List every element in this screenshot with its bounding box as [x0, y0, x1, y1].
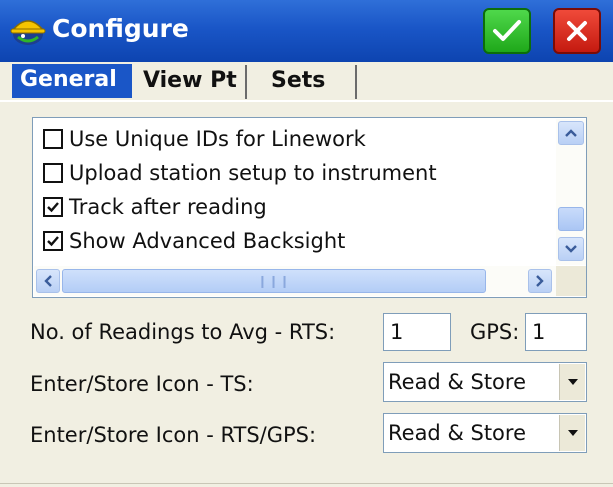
- scroll-up-button[interactable]: [558, 121, 584, 145]
- chevron-right-icon: [536, 275, 544, 287]
- enter-store-ts-label: Enter/Store Icon - TS:: [30, 372, 254, 396]
- checkbox-upload-station[interactable]: [43, 163, 63, 183]
- horizontal-scroll-thumb[interactable]: ❙❙❙: [62, 269, 486, 293]
- enter-store-rtsgps-select[interactable]: Read & Store: [383, 413, 587, 453]
- options-list[interactable]: Use Unique IDs for Linework Upload stati…: [32, 117, 587, 298]
- window-title: Configure: [52, 14, 189, 43]
- checkbox-advanced-backsight[interactable]: [43, 231, 63, 251]
- chevron-down-icon: [565, 245, 577, 253]
- rts-readings-input[interactable]: 1: [383, 313, 451, 351]
- option-track-after-reading-label: Track after reading: [69, 195, 267, 219]
- grip-icon: ❙❙❙: [257, 274, 291, 288]
- vertical-scroll-thumb[interactable]: [558, 207, 584, 231]
- option-advanced-backsight-label: Show Advanced Backsight: [69, 229, 346, 253]
- dropdown-arrow-icon[interactable]: [559, 364, 585, 400]
- close-x-icon: [567, 21, 587, 41]
- tab-sets[interactable]: Sets: [249, 65, 357, 99]
- tab-sets-label: Sets: [271, 68, 326, 93]
- title-bar: Configure: [0, 0, 613, 62]
- scrollbar-corner: [556, 266, 586, 296]
- tab-view-pt[interactable]: View Pt: [135, 65, 247, 99]
- scroll-right-button[interactable]: [528, 269, 552, 293]
- horizontal-scrollbar[interactable]: ❙❙❙: [34, 266, 556, 296]
- enter-store-ts-value: Read & Store: [388, 370, 526, 394]
- checkmark-icon: [47, 202, 59, 213]
- hardhat-surveyor-icon: [10, 20, 46, 45]
- tab-panel-border: [0, 100, 613, 102]
- option-unique-ids-label: Use Unique IDs for Linework: [69, 127, 366, 151]
- dropdown-arrow-icon[interactable]: [559, 415, 585, 451]
- scroll-left-button[interactable]: [36, 269, 60, 293]
- option-upload-station[interactable]: Upload station setup to instrument: [43, 156, 437, 190]
- option-advanced-backsight[interactable]: Show Advanced Backsight: [43, 224, 345, 258]
- gps-label: GPS:: [470, 320, 520, 344]
- ok-button[interactable]: [483, 8, 531, 54]
- tab-view-pt-label: View Pt: [143, 68, 237, 93]
- tab-general[interactable]: General: [12, 64, 132, 98]
- option-upload-station-label: Upload station setup to instrument: [69, 161, 437, 185]
- checkmark-icon: [493, 20, 521, 41]
- readings-label: No. of Readings to Avg - RTS:: [30, 320, 336, 344]
- close-button[interactable]: [553, 8, 601, 54]
- option-track-after-reading[interactable]: Track after reading: [43, 190, 267, 224]
- checkbox-unique-ids[interactable]: [43, 129, 63, 149]
- enter-store-rtsgps-label: Enter/Store Icon - RTS/GPS:: [30, 423, 317, 447]
- checkbox-track-after-reading[interactable]: [43, 197, 63, 217]
- checkmark-icon: [47, 236, 59, 247]
- vertical-scrollbar[interactable]: [556, 119, 586, 265]
- tab-strip: General View Pt Sets: [0, 62, 613, 102]
- enter-store-ts-select[interactable]: Read & Store: [383, 362, 587, 402]
- gps-readings-input[interactable]: 1: [525, 313, 587, 351]
- bottom-divider: [0, 483, 613, 484]
- scroll-down-button[interactable]: [558, 237, 584, 261]
- option-unique-ids[interactable]: Use Unique IDs for Linework: [43, 122, 366, 156]
- chevron-left-icon: [44, 275, 52, 287]
- tab-general-label: General: [20, 67, 117, 92]
- enter-store-rtsgps-value: Read & Store: [388, 421, 526, 445]
- chevron-up-icon: [565, 129, 577, 137]
